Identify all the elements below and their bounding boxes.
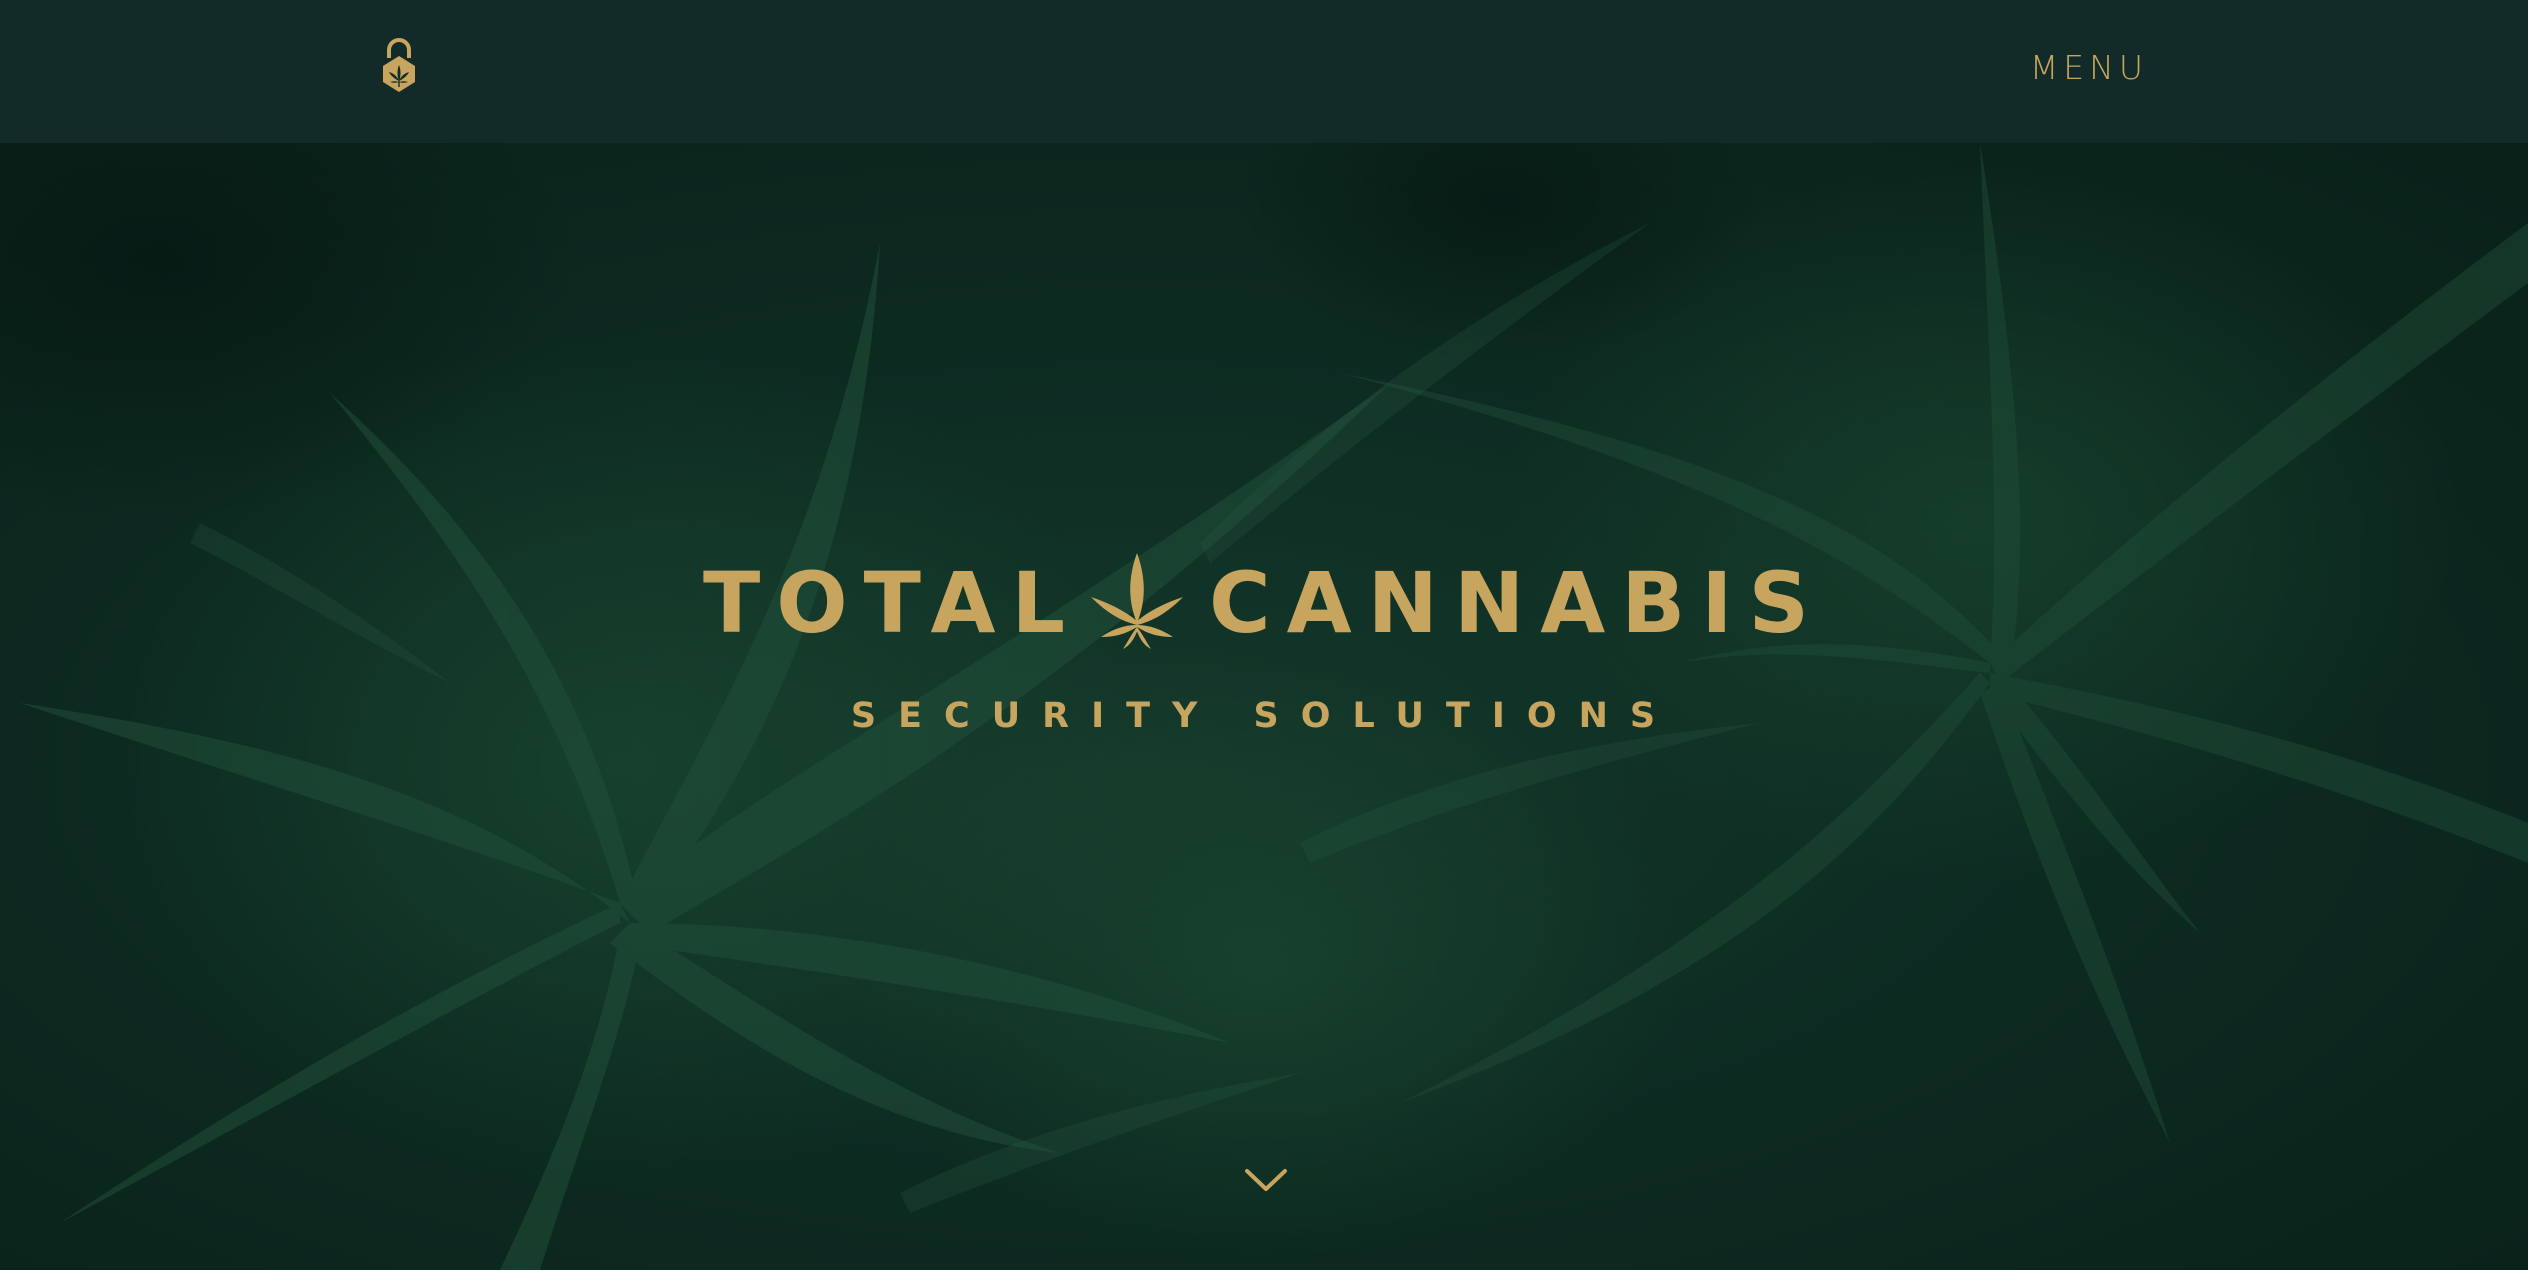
padlock-logo-icon[interactable] — [378, 36, 420, 94]
tagline: SECURITY SOLUTIONS — [850, 696, 1678, 736]
brand-word-total: TOTAL — [702, 554, 1081, 652]
hero-section: TOTAL CANNABIS SECURITY SOLUTIONS — [0, 143, 2528, 1270]
cannabis-leaf-icon — [1090, 553, 1183, 649]
site-header: MENU — [0, 0, 2528, 143]
chevron-down-icon[interactable] — [1243, 1163, 1289, 1195]
page: MENU TOTAL CANNABIS SECURITY SOLUTIONS — [0, 0, 2528, 1270]
brand-logo: TOTAL CANNABIS — [0, 553, 2528, 653]
menu-button[interactable]: MENU — [2030, 48, 2148, 87]
brand-word-cannabis: CANNABIS — [1208, 554, 1826, 652]
